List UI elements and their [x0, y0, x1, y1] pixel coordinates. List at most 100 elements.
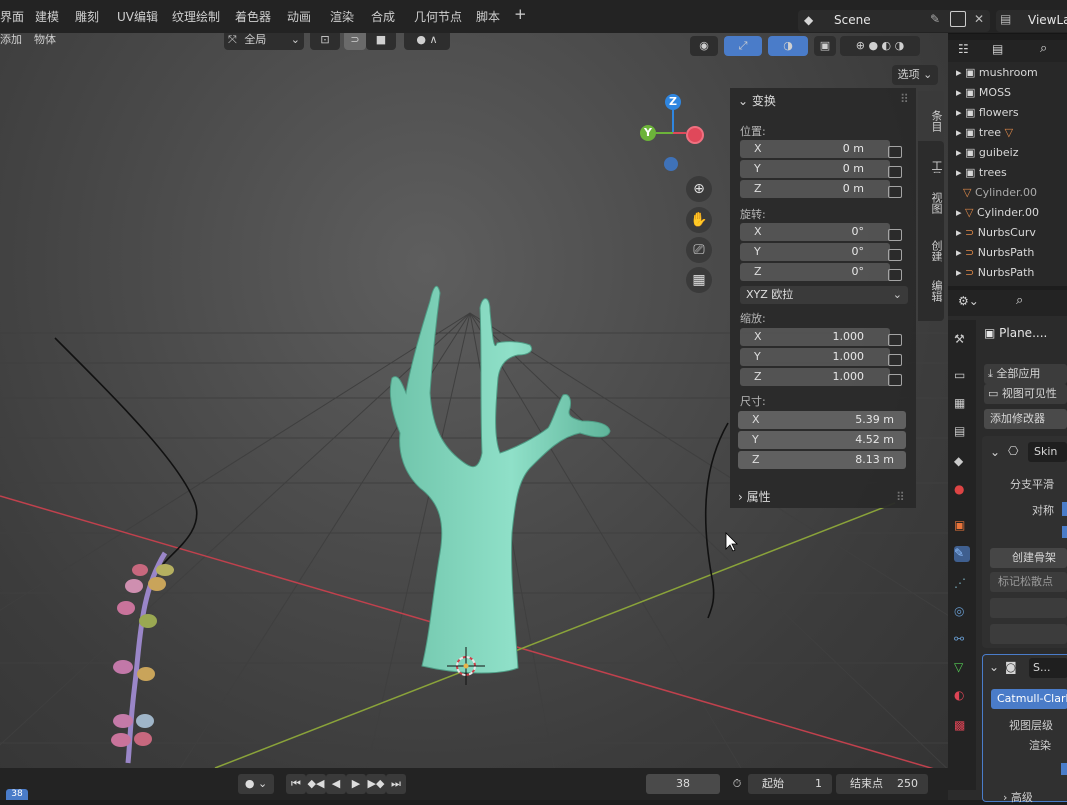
tab-shading[interactable]: 着色器 [235, 8, 271, 25]
object-name-field[interactable]: ▣ Plane.... [984, 326, 1047, 340]
dimension-z-field[interactable]: Z 8.13 m [738, 451, 906, 469]
mark-loose-button[interactable]: 标记松散点 [990, 572, 1067, 592]
snap-target-dropdown[interactable]: ■ [366, 33, 396, 50]
tab-uv-editing[interactable]: UV编辑 [117, 8, 158, 25]
lock-icon[interactable] [888, 186, 902, 198]
lock-icon[interactable] [888, 374, 902, 386]
keying-dropdown[interactable]: ● ⌄ [238, 774, 274, 794]
zoom-icon[interactable]: ⊕ [686, 176, 712, 202]
lock-icon[interactable] [888, 269, 902, 281]
tab-compositing[interactable]: 合成 [371, 8, 395, 25]
rotation-z-field[interactable]: Z 0° [740, 263, 890, 281]
pivot-point-dropdown[interactable]: ⊡ [310, 33, 340, 50]
create-armature-button[interactable]: 创建骨架 [990, 548, 1067, 568]
constraints-icon[interactable]: ⚯ [954, 632, 970, 648]
collapse-chevron-icon[interactable]: ⌄ [990, 445, 1000, 459]
dimension-y-field[interactable]: Y 4.52 m [738, 431, 906, 449]
modifier-name-field[interactable]: S... [1029, 658, 1067, 678]
drag-handle-icon[interactable]: ⠿ [900, 92, 909, 106]
tool-icon[interactable]: ⚒ [954, 332, 970, 348]
drag-handle-icon[interactable]: ⠿ [896, 490, 905, 504]
current-frame-field[interactable]: 38 [646, 774, 720, 794]
add-workspace-button[interactable]: + [514, 5, 527, 23]
options-dropdown[interactable]: 选项 ⌄ [892, 65, 938, 85]
modifier-wrench-icon[interactable]: ✎ [954, 546, 970, 562]
output-icon[interactable]: ▦ [954, 396, 970, 412]
filter-icon[interactable]: ▤ [992, 42, 1003, 56]
outliner[interactable]: ☷ ▤ ⌕ ▸ ▣ mushroom ▸ ▣ MOSS ▸ ▣ flowers … [948, 40, 1067, 286]
lock-icon[interactable] [888, 249, 902, 261]
outliner-item[interactable]: ▸ ▣ mushroom [956, 66, 1038, 84]
start-frame-field[interactable]: 起始 1 [748, 774, 832, 794]
outliner-item[interactable]: ▸ ▣ flowers [956, 106, 1019, 124]
add-menu[interactable]: 添加 [0, 33, 22, 47]
outliner-item[interactable]: ▸ ▽ Cylinder.00 [956, 206, 1039, 224]
tab-rendering[interactable]: 渲染 [330, 8, 354, 25]
outliner-item[interactable]: ▸ ⊃ NurbsPath [956, 246, 1034, 264]
jump-start-button[interactable]: ⏮ [286, 774, 306, 794]
checkbox[interactable] [1061, 763, 1067, 775]
play-button[interactable]: ▶ [346, 774, 366, 794]
properties-panel-header[interactable]: › 属性 [738, 488, 771, 505]
outliner-item[interactable]: ▸ ⊃ NurbsPath [956, 266, 1034, 284]
hand-pan-icon[interactable]: ✋ [686, 207, 712, 233]
scale-x-field[interactable]: X 1.000 [740, 328, 890, 346]
pin-icon[interactable]: ✎ [930, 12, 940, 26]
data-icon[interactable]: ▽ [954, 660, 970, 676]
tab-edit[interactable]: 编辑 [918, 261, 944, 321]
new-scene-icon[interactable] [950, 11, 966, 27]
particles-icon[interactable]: ⋰ [954, 576, 970, 592]
modifier-name-field[interactable]: Skin [1028, 442, 1067, 462]
collapse-chevron-icon[interactable]: ⌄ [989, 660, 999, 674]
rotation-mode-dropdown[interactable]: XYZ 欧拉 ⌄ [740, 286, 908, 304]
frame-indicator-badge[interactable]: 38 [6, 789, 28, 800]
lock-icon[interactable] [888, 334, 902, 346]
editor-type-icon[interactable]: ⚙⌄ [958, 294, 979, 308]
catmull-clark-button[interactable]: Catmull-Clark [991, 689, 1067, 709]
tab-layout[interactable]: 界面 [0, 8, 24, 25]
scene-selector[interactable]: ◆ Scene ✎ ✕ [798, 10, 990, 32]
visibility-dropdown[interactable]: ◉ [690, 36, 718, 56]
object-menu[interactable]: 物体 [34, 33, 56, 47]
lock-icon[interactable] [888, 166, 902, 178]
outliner-item[interactable]: ▸ ▣ trees [956, 166, 1007, 184]
view-layer-icon[interactable]: ▤ [954, 424, 970, 440]
prev-keyframe-button[interactable]: ◆◀ [306, 774, 326, 794]
end-frame-field[interactable]: 结束点 250 [836, 774, 928, 794]
next-keyframe-button[interactable]: ▶◆ [366, 774, 386, 794]
close-icon[interactable]: ✕ [974, 12, 984, 26]
tab-sculpting[interactable]: 雕刻 [75, 8, 99, 25]
search-icon[interactable]: ⌕ [1016, 293, 1023, 308]
add-modifier-button[interactable]: 添加修改器 [984, 409, 1067, 429]
checkbox[interactable] [1062, 526, 1067, 538]
transform-orientation-dropdown[interactable]: ⤧ 全局 ⌄ [224, 33, 304, 50]
tab-animation[interactable]: 动画 [287, 8, 311, 25]
xray-toggle[interactable]: ▣ [814, 36, 836, 56]
viewport-visible-button[interactable]: ▭ 视图可见性 [984, 384, 1067, 404]
dimension-x-field[interactable]: X 5.39 m [738, 411, 906, 429]
outliner-display-icon[interactable]: ☷ [958, 42, 969, 56]
symmetry-x-toggle[interactable] [1062, 502, 1067, 516]
jump-end-button[interactable]: ⏭ [386, 774, 406, 794]
play-reverse-button[interactable]: ◀ [326, 774, 346, 794]
overlay-toggle[interactable]: ◑ [768, 36, 808, 56]
tab-texture-paint[interactable]: 纹理绘制 [172, 8, 220, 25]
stopwatch-icon[interactable]: ⏱ [728, 774, 746, 794]
location-y-field[interactable]: Y0 m [740, 160, 890, 178]
lock-icon[interactable] [888, 146, 902, 158]
rotation-y-field[interactable]: Y 0° [740, 243, 890, 261]
snap-toggle[interactable]: ⊃ [344, 33, 366, 50]
search-icon[interactable]: ⌕ [1040, 41, 1047, 56]
outliner-item[interactable]: ▸ ⊃ NurbsCurv [956, 226, 1036, 244]
render-icon[interactable]: ▭ [954, 368, 970, 384]
scene-icon[interactable]: ◆ [954, 454, 970, 470]
proportional-edit-dropdown[interactable]: ● ∧ [404, 33, 450, 50]
texture-icon[interactable]: ▩ [954, 718, 970, 734]
physics-icon[interactable]: ◎ [954, 604, 970, 620]
scale-z-field[interactable]: Z 1.000 [740, 368, 890, 386]
transform-panel-header[interactable]: ⌄ 变换 [738, 92, 776, 109]
object-icon[interactable]: ▣ [954, 518, 970, 534]
outliner-item[interactable]: ▽ Cylinder.00 [956, 186, 1037, 204]
world-icon[interactable]: ● [954, 482, 970, 498]
shading-modes[interactable]: ⊕ ● ◐ ◑ [840, 36, 920, 56]
